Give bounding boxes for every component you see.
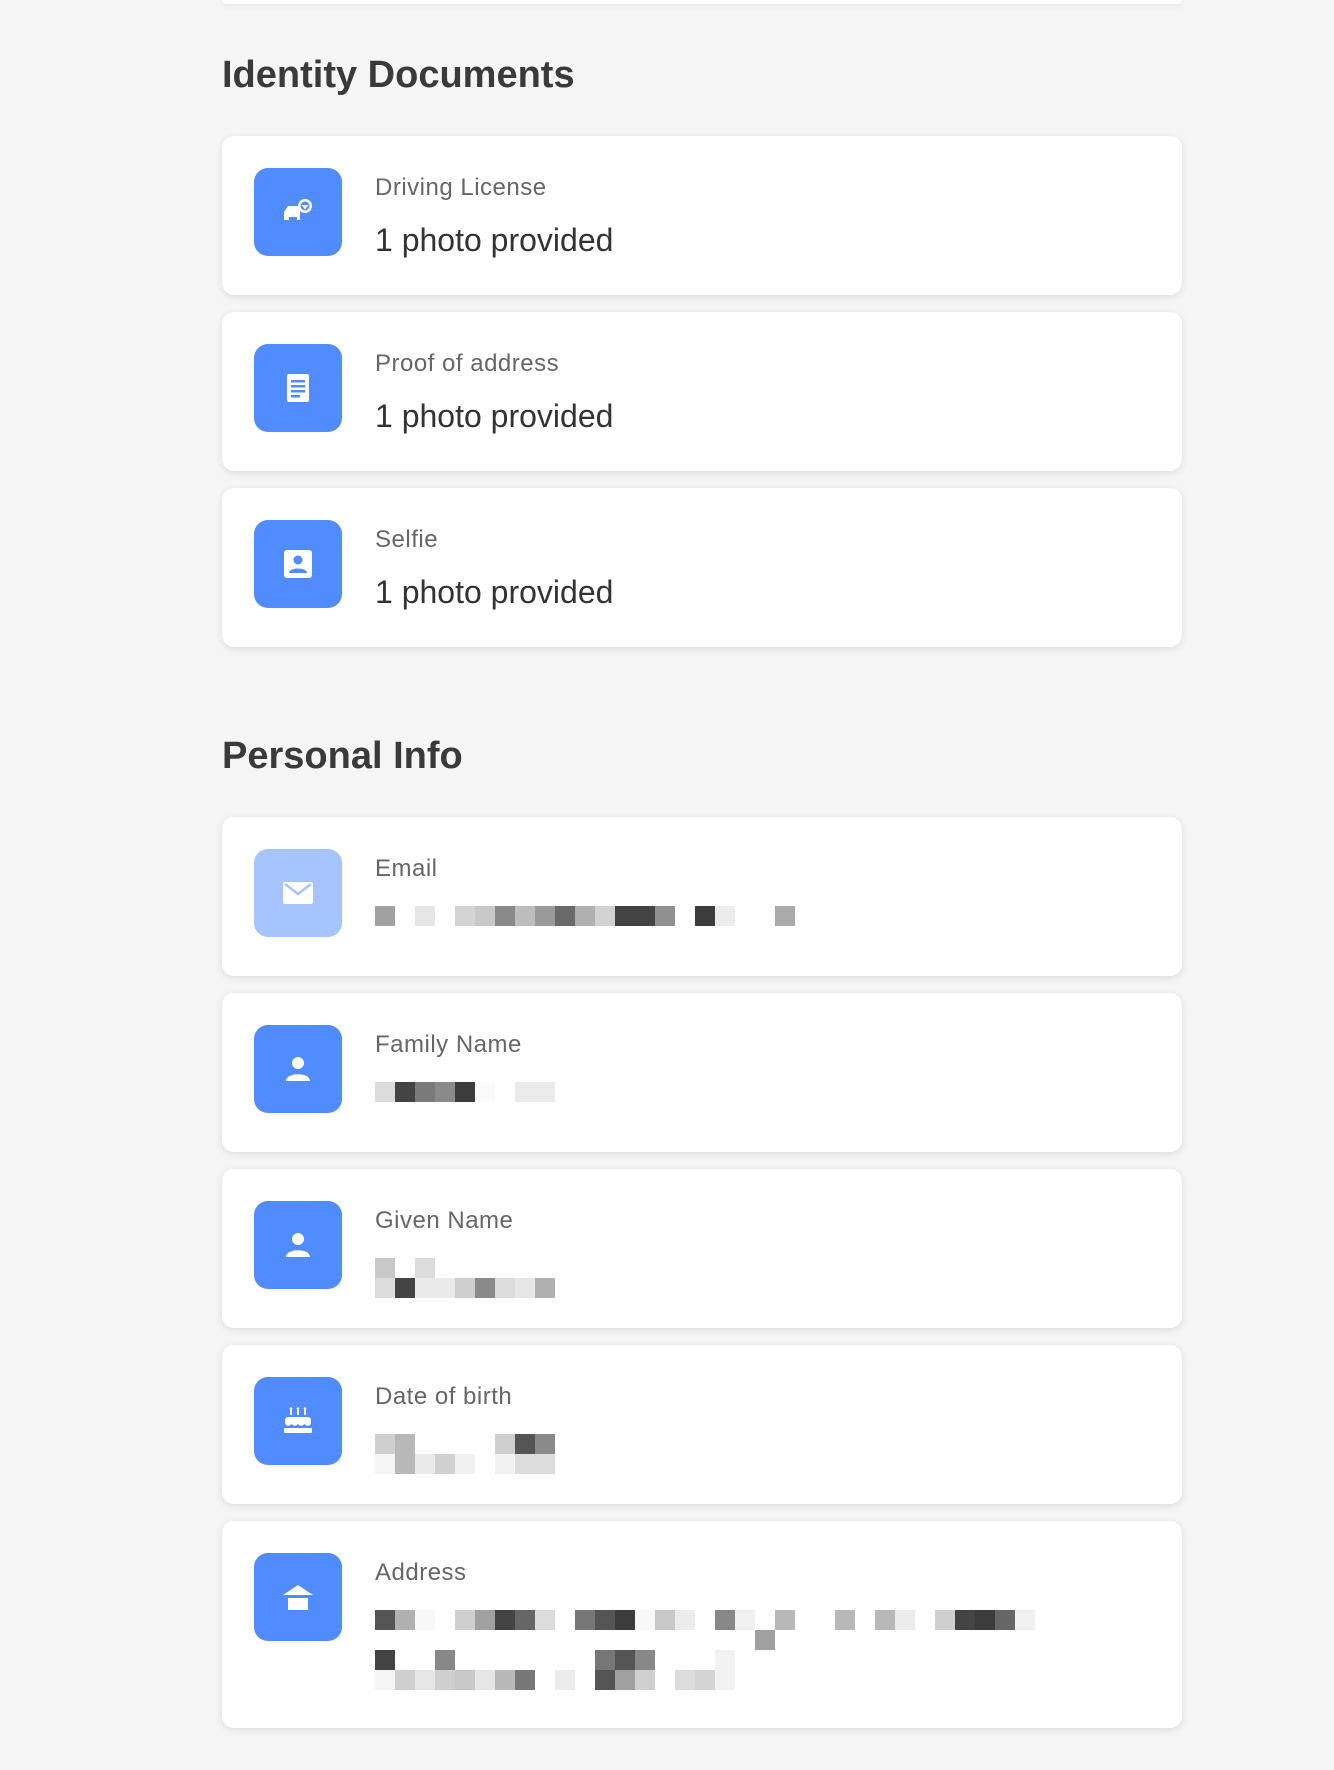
email-label: Email [375, 855, 438, 882]
proof-of-address-label: Proof of address [375, 350, 560, 377]
address-value-redacted [375, 1609, 1035, 1690]
family-name-label: Family Name [375, 1031, 522, 1058]
person-icon [254, 1201, 342, 1289]
selfie-value: 1 photo provided [375, 573, 614, 610]
selfie-card[interactable]: Selfie 1 photo provided [222, 488, 1182, 647]
date-of-birth-value-redacted [375, 1433, 555, 1474]
mail-icon [254, 849, 342, 937]
house-icon [254, 1553, 342, 1641]
given-name-card[interactable]: Given Name [222, 1169, 1182, 1328]
selfie-label: Selfie [375, 526, 439, 553]
portrait-icon [254, 520, 342, 608]
date-of-birth-card[interactable]: Date of birth [222, 1345, 1182, 1504]
address-label: Address [375, 1559, 467, 1586]
cake-icon [254, 1377, 342, 1465]
proof-of-address-value: 1 photo provided [375, 397, 614, 434]
person-icon [254, 1025, 342, 1113]
page-content: Identity Documents Driving License 1 pho… [222, 0, 1182, 1745]
given-name-label: Given Name [375, 1207, 514, 1234]
personal-info-title: Personal Info [222, 735, 463, 777]
email-value-redacted [375, 905, 795, 926]
proof-of-address-card[interactable]: Proof of address 1 photo provided [222, 312, 1182, 471]
date-of-birth-label: Date of birth [375, 1383, 513, 1410]
driving-license-value: 1 photo provided [375, 221, 614, 258]
car-license-icon [254, 168, 342, 256]
family-name-value-redacted [375, 1081, 555, 1102]
identity-documents-title: Identity Documents [222, 54, 575, 96]
address-card[interactable]: Address [222, 1521, 1182, 1728]
family-name-card[interactable]: Family Name [222, 993, 1182, 1152]
driving-license-label: Driving License [375, 174, 547, 201]
document-icon [254, 344, 342, 432]
given-name-value-redacted [375, 1257, 555, 1298]
email-card[interactable]: Email [222, 817, 1182, 976]
previous-card-edge [222, 0, 1182, 4]
driving-license-card[interactable]: Driving License 1 photo provided [222, 136, 1182, 295]
